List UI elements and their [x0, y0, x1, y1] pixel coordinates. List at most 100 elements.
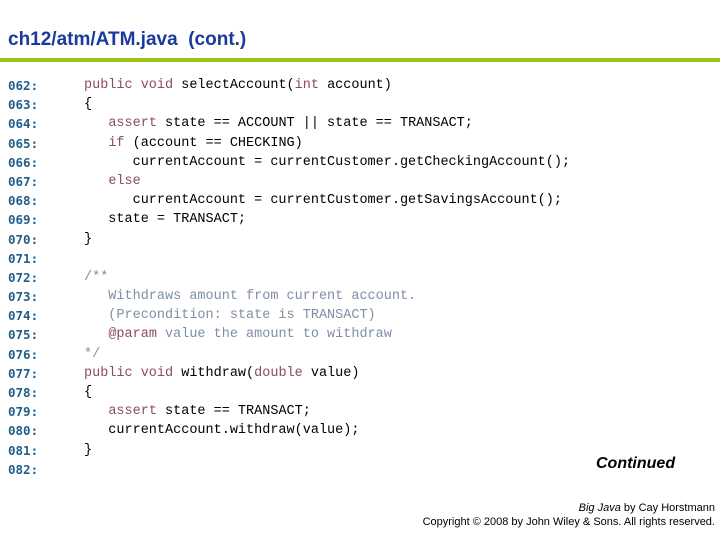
code-text: {: [84, 383, 92, 402]
code-line: 078: {: [0, 383, 720, 402]
code-token: state = TRANSACT;: [84, 212, 247, 228]
code-keyword: if: [108, 135, 125, 151]
javadoc-tag: @param: [108, 327, 157, 343]
line-number: 068:: [8, 193, 39, 209]
code-text: public void withdraw(double value): [84, 364, 359, 383]
code-line: 070:}: [0, 230, 720, 249]
line-number: 074:: [8, 308, 39, 324]
code-keyword: else: [108, 173, 141, 189]
line-number: 066:: [8, 154, 39, 170]
code-comment: value the amount to withdraw: [156, 327, 392, 343]
line-number: 069:: [8, 212, 39, 228]
code-line: 064: assert state == ACCOUNT || state ==…: [0, 114, 720, 133]
code-keyword: assert: [108, 404, 157, 420]
code-text: currentAccount = currentCustomer.getSavi…: [84, 191, 562, 210]
code-text: (Precondition: state is TRANSACT): [84, 306, 376, 325]
code-line: 073: Withdraws amount from current accou…: [0, 287, 720, 306]
code-keyword: assert: [108, 116, 157, 132]
code-token: currentAccount = currentCustomer.getChec…: [84, 154, 571, 170]
code-text: assert state == TRANSACT;: [84, 402, 311, 421]
line-number: 081:: [8, 442, 39, 458]
code-token: }: [84, 231, 93, 247]
line-number: 063:: [8, 97, 39, 113]
line-number: 072:: [8, 269, 39, 285]
line-number: 078:: [8, 385, 39, 400]
continued-label: Continued: [596, 455, 676, 472]
line-number: 067:: [8, 173, 39, 189]
code-comment: [84, 327, 108, 342]
code-token: {: [84, 385, 93, 400]
code-text: assert state == ACCOUNT || state == TRAN…: [84, 114, 473, 133]
code-line: 080: currentAccount.withdraw(value);: [0, 421, 720, 440]
title-underline-rule: [0, 58, 720, 62]
code-line: 066: currentAccount = currentCustomer.ge…: [0, 153, 720, 172]
code-keyword: double: [254, 365, 303, 381]
book-credit: Big Java by Cay Horstmann: [423, 501, 715, 515]
code-token: selectAccount(: [173, 78, 295, 93]
code-comment: */: [84, 346, 101, 362]
code-token: }: [84, 442, 93, 458]
slide-title: ch12/atm/ATM.java (cont.): [8, 29, 247, 50]
code-token: account): [318, 78, 392, 93]
code-text: /**: [84, 268, 108, 287]
code-line: 072: /**: [0, 268, 720, 287]
code-comment: (Precondition: state is TRANSACT): [84, 308, 376, 324]
code-token: currentAccount = currentCustomer.getSavi…: [84, 193, 562, 209]
code-line: 069: state = TRANSACT;: [0, 210, 720, 229]
code-text: @param value the amount to withdraw: [84, 325, 392, 344]
code-line: 079: assert state == TRANSACT;: [0, 402, 720, 421]
code-line: 063: {: [0, 95, 720, 114]
line-number: 064:: [8, 116, 39, 132]
code-text: currentAccount = currentCustomer.getChec…: [84, 153, 571, 172]
credit-block: Big Java by Cay Horstmann Copyright © 20…: [423, 501, 715, 529]
code-text: public void selectAccount(int account): [84, 76, 392, 95]
line-number: 073:: [8, 289, 39, 305]
code-text: state = TRANSACT;: [84, 210, 246, 229]
line-number: 077:: [8, 365, 39, 381]
code-text: */: [84, 345, 100, 364]
code-listing: 062: public void selectAccount(int accoun…: [0, 76, 720, 479]
code-text: Withdraws amount from current account.: [84, 287, 416, 306]
code-keyword: public void: [84, 365, 174, 381]
code-comment: Withdraws amount from current account.: [84, 289, 417, 305]
code-text: currentAccount.withdraw(value);: [84, 421, 359, 440]
code-text: {: [84, 95, 92, 114]
book-title: Big Java: [578, 502, 621, 514]
line-number: 079:: [8, 404, 39, 420]
code-line: 067: else: [0, 172, 720, 191]
code-token: {: [84, 97, 93, 113]
code-token: state == ACCOUNT || state == TRANSACT;: [156, 116, 473, 132]
code-line: 075: @param value the amount to withdraw: [0, 325, 720, 344]
code-token: currentAccount.withdraw(value);: [84, 423, 360, 439]
code-text: if (account == CHECKING): [84, 134, 303, 153]
code-comment: /**: [84, 269, 109, 285]
copyright-notice: Copyright © 2008 by John Wiley & Sons. A…: [422, 516, 715, 528]
code-token: withdraw(: [173, 365, 255, 381]
code-keyword: int: [294, 78, 319, 93]
code-line: 071:: [0, 249, 720, 268]
line-number: 065:: [8, 135, 39, 151]
line-number: 076:: [8, 346, 39, 362]
code-token: (account == CHECKING): [124, 135, 303, 151]
code-line: 062: public void selectAccount(int accoun…: [0, 76, 720, 95]
line-number: 071:: [8, 250, 39, 266]
code-line: 077: public void withdraw(double value): [0, 364, 720, 383]
code-text: }: [84, 441, 92, 460]
line-number: 070:: [8, 231, 39, 247]
book-author: by Cay Horstmann: [620, 502, 715, 514]
code-line: 068: currentAccount = currentCustomer.ge…: [0, 191, 720, 210]
code-text: }: [84, 230, 92, 249]
line-number: 062:: [8, 78, 39, 93]
code-line: 065: if (account == CHECKING): [0, 134, 720, 153]
code-line: 074: (Precondition: state is TRANSACT): [0, 306, 720, 325]
code-line: 076: */: [0, 345, 720, 364]
code-token: value): [302, 365, 360, 381]
code-text: else: [84, 172, 141, 191]
code-token: state == TRANSACT;: [156, 404, 311, 420]
line-number: 082:: [8, 461, 39, 477]
line-number: 080:: [8, 423, 39, 439]
